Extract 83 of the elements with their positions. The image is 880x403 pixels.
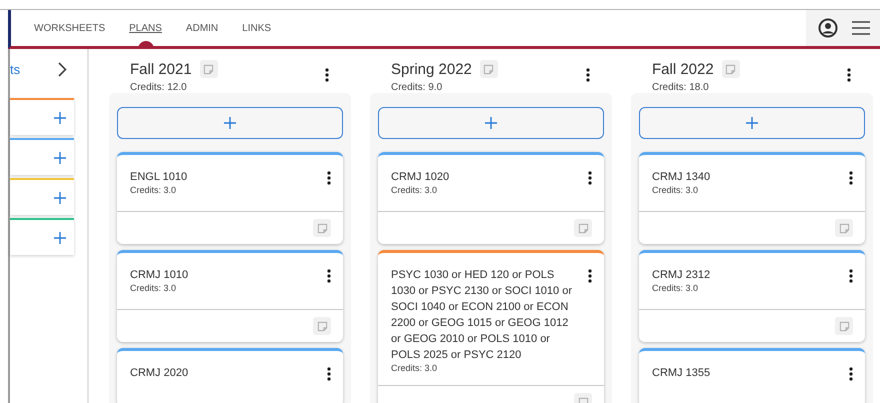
note-icon (838, 222, 850, 234)
menu-icon (852, 20, 870, 36)
nav-tab[interactable]: PLANS (117, 10, 174, 46)
course-credits: Credits: 3.0 (652, 283, 700, 293)
course-menu-button[interactable] (586, 169, 594, 187)
term-credits: Credits: 18.0 (652, 82, 710, 93)
plus-icon (224, 117, 236, 129)
term-menu-button[interactable] (845, 66, 853, 84)
add-button[interactable] (54, 152, 66, 164)
chevron-right-icon (58, 62, 67, 76)
note-button[interactable] (722, 60, 740, 78)
course-credits: Credits: 3.0 (130, 283, 178, 293)
sidebar-title: ts (10, 62, 20, 76)
user-icon (818, 18, 838, 38)
note-button[interactable] (313, 317, 331, 335)
more-icon (327, 269, 331, 283)
plus-icon (54, 192, 66, 204)
note-button[interactable] (200, 60, 218, 78)
add-course-button[interactable] (117, 107, 343, 139)
course-menu-button[interactable] (847, 365, 855, 383)
course-name: CRMJ 1020 (391, 170, 450, 185)
more-icon (588, 269, 592, 283)
course-name: CRMJ 1340 (652, 170, 710, 185)
course-credits: Credits: 3.0 (391, 363, 438, 373)
course-credits: Credits: 3.0 (652, 185, 700, 195)
note-icon (316, 222, 328, 234)
note-icon (578, 222, 588, 234)
expand-button[interactable] (58, 62, 67, 76)
account-button[interactable] (818, 18, 838, 38)
term-title: Spring 2022 (391, 60, 472, 78)
term-menu-button[interactable] (584, 66, 592, 84)
plus-icon (485, 117, 497, 129)
plus-icon (54, 152, 66, 164)
plus-icon (746, 117, 758, 129)
more-icon (847, 68, 851, 82)
course-credits: Credits: 3.0 (391, 185, 438, 195)
add-button[interactable] (54, 192, 66, 204)
course-menu-button[interactable] (586, 267, 594, 285)
note-button[interactable] (313, 219, 331, 237)
course-credits: Credits: 3.0 (130, 185, 178, 195)
note-button[interactable] (480, 60, 498, 78)
note-button[interactable] (835, 219, 853, 237)
note-icon (483, 64, 494, 74)
course-menu-button[interactable] (847, 169, 855, 187)
term-credits: Credits: 9.0 (391, 82, 444, 93)
course-name: CRMJ 2020 (130, 366, 188, 381)
course-name: ENGL 1010 (130, 170, 188, 185)
note-icon (838, 320, 850, 332)
more-icon (849, 269, 853, 283)
add-course-button[interactable] (639, 107, 865, 139)
note-button[interactable] (835, 317, 853, 335)
course-menu-button[interactable] (325, 169, 333, 187)
term-title: Fall 2021 (130, 60, 192, 78)
course-menu-button[interactable] (325, 267, 333, 285)
course-name: CRMJ 1010 (130, 268, 188, 283)
course-name: CRMJ 1355 (652, 366, 710, 381)
menu-button[interactable] (852, 20, 870, 36)
course-menu-button[interactable] (325, 365, 333, 383)
add-course-button[interactable] (378, 107, 604, 139)
plus-icon (54, 232, 66, 244)
nav-tab[interactable]: WORKSHEETS (22, 10, 118, 46)
course-menu-button[interactable] (847, 267, 855, 285)
more-icon (849, 171, 853, 185)
term-credits: Credits: 12.0 (130, 82, 188, 93)
note-icon (725, 64, 736, 74)
note-icon (203, 64, 214, 74)
more-icon (327, 171, 331, 185)
course-name: PSYC 1030 or HED 120 or POLS 1030 or PSYC 2130 or SOCI 1010 or SOCI 1040 or ECON 2100 or ECON 2200 or GEOG 1015 or GEOG 1012 or GEOG 2010 or POLS 1010 or POLS 2025 or PSYC 2120 (391, 268, 573, 363)
course-name: CRMJ 2312 (652, 268, 710, 283)
more-icon (325, 68, 329, 82)
add-button[interactable] (54, 232, 66, 244)
term-title: Fall 2022 (652, 60, 714, 78)
more-icon (588, 171, 592, 185)
note-icon (316, 320, 328, 332)
more-icon (327, 367, 331, 381)
more-icon (586, 68, 590, 82)
nav-tab[interactable]: LINKS (230, 10, 284, 46)
add-button[interactable] (54, 112, 66, 124)
plus-icon (54, 112, 66, 124)
note-button[interactable] (574, 219, 592, 237)
more-icon (849, 367, 853, 381)
nav-tab[interactable]: ADMIN (174, 10, 230, 46)
term-menu-button[interactable] (323, 66, 331, 84)
